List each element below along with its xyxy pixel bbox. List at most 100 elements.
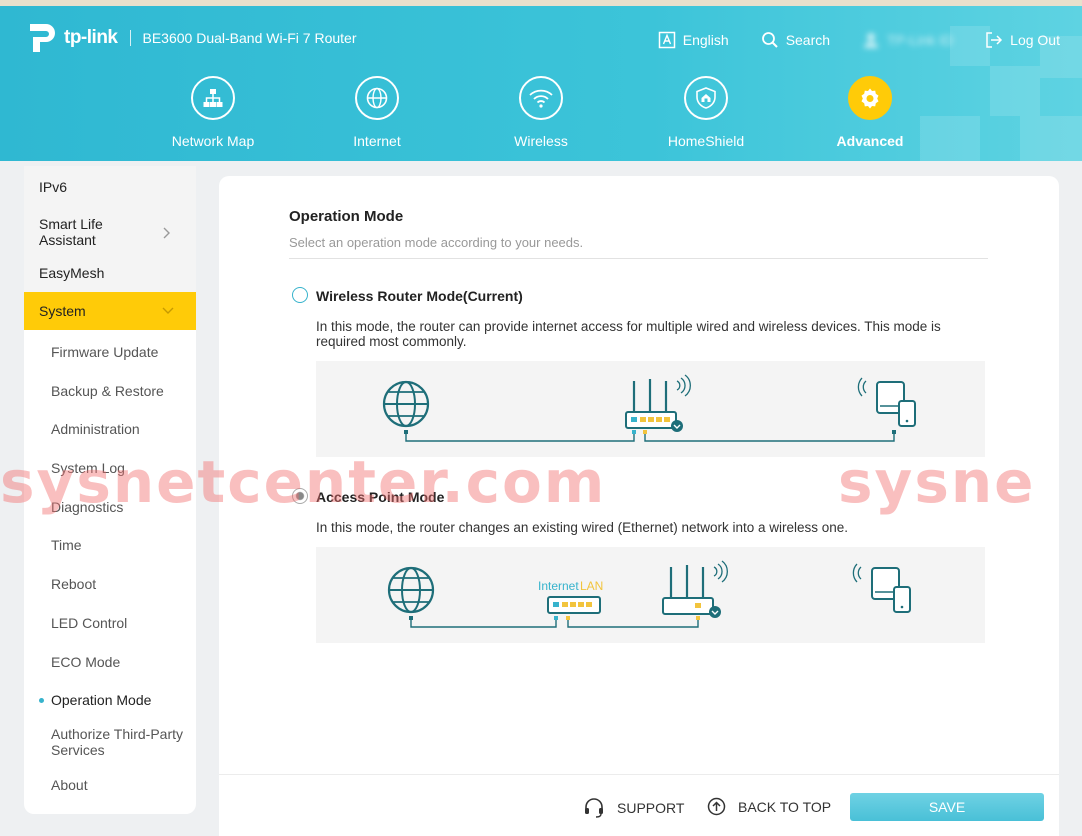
wifi-icon [529, 89, 553, 108]
language-label: English [682, 32, 729, 48]
mode-desc-access-point: In this mode, the router changes an exis… [316, 520, 849, 535]
nav-icon-circle [684, 76, 728, 120]
radio-access-point-mode[interactable] [292, 488, 308, 504]
nav-wireless[interactable]: Wireless [476, 76, 606, 149]
language-icon [658, 31, 676, 49]
sidebar-sub-label: Authorize Third-Party Services [51, 726, 184, 758]
sidebar-sub-administration[interactable]: Administration [24, 410, 196, 448]
chevron-down-icon [162, 307, 174, 314]
sidebar-sub-system-log[interactable]: System Log [24, 449, 196, 487]
support-label: SUPPORT [617, 800, 685, 816]
sidebar-sub-label: Time [51, 537, 82, 553]
sidebar-sub-label: Administration [51, 421, 140, 437]
brand-logo[interactable]: tp-link BE3600 Dual-Band Wi-Fi 7 Router [24, 20, 357, 56]
logout-button[interactable]: Log Out [985, 31, 1060, 49]
sidebar-sub-label: Firmware Update [51, 344, 159, 360]
nav-network-map[interactable]: Network Map [148, 76, 278, 149]
sidebar-item-smart-life[interactable]: Smart Life Assistant [24, 210, 196, 254]
sidebar-sub-backup-restore[interactable]: Backup & Restore [24, 372, 196, 410]
footer-divider [219, 774, 1059, 775]
port-dot [892, 430, 896, 434]
language-selector[interactable]: English [658, 31, 729, 49]
search-icon [761, 32, 778, 48]
sidebar-sub-label: LED Control [51, 615, 128, 631]
arrow-up-circle-icon [707, 797, 726, 816]
sidebar-sub-time[interactable]: Time [24, 526, 196, 564]
main-nav: Network Map Internet Wireless HomeShield… [0, 76, 1082, 156]
globe-icon [382, 380, 430, 428]
nav-internet[interactable]: Internet [312, 76, 442, 149]
tp-link-logo-icon [30, 24, 55, 52]
sidebar-item-label: Smart Life Assistant [39, 216, 103, 248]
sidebar-sub-authorize-third-party[interactable]: Authorize Third-Party Services [24, 724, 196, 760]
sidebar-item-system[interactable]: System [24, 292, 196, 330]
diagram-wireless-router [316, 361, 985, 457]
model-name: BE3600 Dual-Band Wi-Fi 7 Router [142, 30, 357, 46]
sidebar-sub-led-control[interactable]: LED Control [24, 604, 196, 642]
mode-label-wireless-router: Wireless Router Mode(Current) [316, 288, 523, 304]
logout-icon [986, 32, 1003, 48]
sidebar-sub-reboot[interactable]: Reboot [24, 565, 196, 603]
port-dot [566, 616, 570, 620]
user-icon [864, 33, 879, 48]
back-to-top-label: BACK TO TOP [738, 798, 832, 815]
sidebar-sub-about[interactable]: About [24, 766, 196, 804]
port-dot [404, 430, 408, 434]
support-link[interactable]: SUPPORT [583, 797, 684, 819]
account-link[interactable]: TP-Link ID [862, 31, 953, 49]
sidebar-item-label: System [39, 303, 86, 319]
nav-label: Internet [353, 133, 401, 149]
back-to-top-link[interactable]: BACK TO TOP [707, 797, 831, 816]
header-links: English Search TP-Link ID Log Out [626, 31, 1060, 49]
nav-label: Network Map [171, 133, 255, 149]
sidebar-item-easymesh[interactable]: EasyMesh [24, 254, 196, 292]
save-button[interactable]: SAVE [850, 793, 1044, 821]
sidebar-sub-firmware-update[interactable]: Firmware Update [24, 333, 196, 371]
nav-label: HomeShield [667, 133, 745, 149]
diagram-access-point: Internet LAN [316, 547, 985, 643]
active-indicator-dot [39, 697, 44, 703]
search-button[interactable]: Search [761, 31, 830, 49]
globe-icon [387, 566, 435, 614]
account-label: TP-Link ID [887, 32, 954, 48]
port-dot [554, 616, 558, 620]
cable-line [410, 620, 557, 628]
sidebar-sub-diagnostics[interactable]: Diagnostics [24, 488, 196, 526]
globe-icon [366, 87, 388, 109]
sidebar-sub-eco-mode[interactable]: ECO Mode [24, 643, 196, 681]
devices-icon [857, 377, 916, 427]
logout-label: Log Out [1010, 32, 1060, 48]
radio-wireless-router-mode[interactable] [292, 287, 308, 303]
nav-label: Advanced [836, 133, 904, 149]
network-map-icon [203, 89, 223, 107]
diagram-label-internet: Internet [538, 579, 579, 593]
sidebar-sub-label: Diagnostics [51, 499, 124, 515]
diagram-label-lan: LAN [580, 579, 603, 593]
sidebar-sub-label: ECO Mode [51, 654, 121, 670]
headset-icon [585, 798, 603, 818]
page-subtitle: Select an operation mode according to yo… [289, 235, 584, 250]
port-dot [643, 430, 647, 434]
sidebar-item-label: EasyMesh [39, 265, 105, 281]
nav-icon-circle [848, 76, 892, 120]
cable-line [405, 434, 635, 442]
sidebar-item-ipv6[interactable]: IPv6 [24, 166, 196, 208]
main-panel: Operation Mode Select an operation mode … [219, 176, 1059, 836]
search-label: Search [785, 32, 831, 48]
sidebar-sub-label: Operation Mode [51, 692, 152, 708]
router-icon [625, 374, 691, 432]
port-dot [696, 616, 700, 620]
nav-homeshield[interactable]: HomeShield [641, 76, 771, 149]
router-icon [662, 560, 728, 618]
switch-icon [547, 596, 601, 614]
gear-icon [861, 88, 879, 109]
title-divider [289, 258, 988, 259]
sidebar-sub-operation-mode[interactable]: Operation Mode [24, 681, 196, 719]
logo-text: tp-link [64, 27, 118, 48]
header: tp-link BE3600 Dual-Band Wi-Fi 7 Router … [0, 6, 1082, 161]
sidebar-item-label: IPv6 [39, 179, 68, 195]
nav-advanced[interactable]: Advanced [805, 76, 935, 149]
chevron-right-icon [163, 227, 170, 239]
sidebar-sub-label: About [51, 777, 88, 793]
nav-label: Wireless [514, 133, 568, 149]
